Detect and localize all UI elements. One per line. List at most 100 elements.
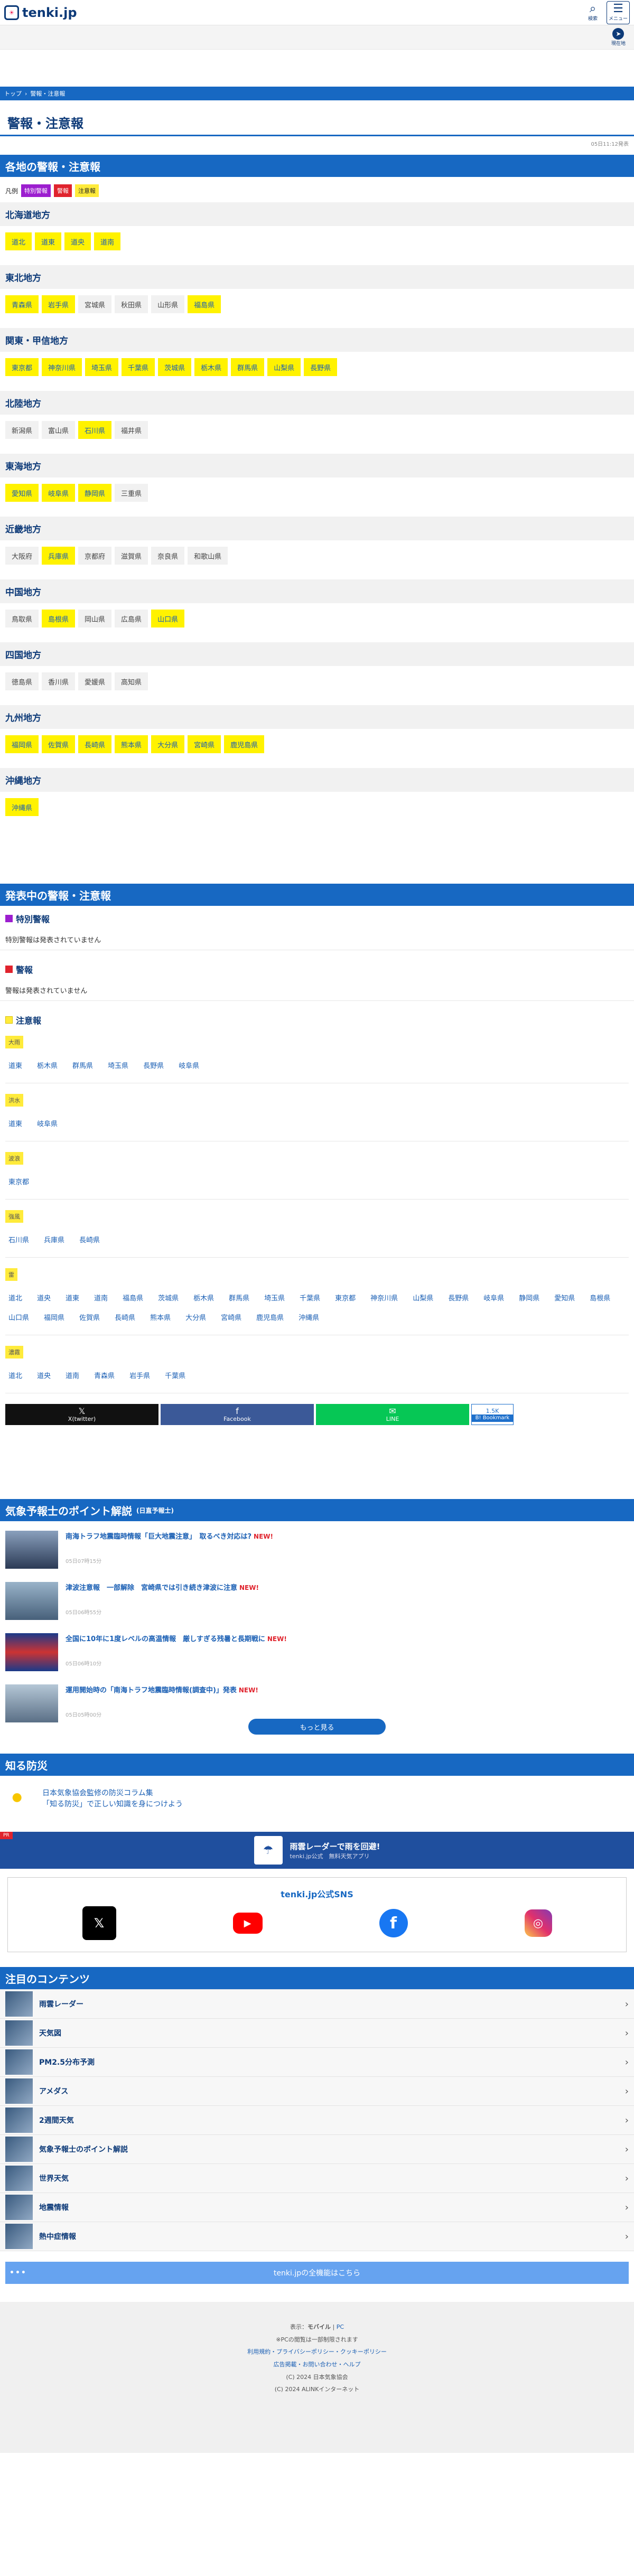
pref-link[interactable]: 長野県 [304, 358, 338, 376]
pref-link[interactable]: 道北 [5, 232, 32, 250]
advisory-area-link[interactable]: 熊本県 [150, 1312, 171, 1322]
advisory-area-link[interactable]: 長野県 [448, 1292, 469, 1303]
pref-link[interactable]: 福島県 [188, 295, 221, 313]
pref-link[interactable]: 香川県 [42, 672, 76, 690]
advisory-area-link[interactable]: 東京都 [8, 1176, 29, 1186]
advisory-area-link[interactable]: 東京都 [335, 1292, 356, 1303]
advisory-area-link[interactable]: 栃木県 [193, 1292, 214, 1303]
pref-link[interactable]: 埼玉県 [85, 358, 119, 376]
advisory-area-link[interactable]: 岩手県 [129, 1370, 150, 1380]
advisory-area-link[interactable]: 鹿児島県 [256, 1312, 284, 1322]
pref-link[interactable]: 山梨県 [267, 358, 301, 376]
search-button[interactable]: ⌕ 検索 [581, 1, 604, 24]
pref-link[interactable]: 道東 [35, 232, 62, 250]
youtube-icon[interactable]: ▶ [232, 1913, 263, 1934]
current-location-button[interactable]: ➤ 現在地 [611, 28, 626, 46]
help-links[interactable]: 広告掲載・お問い合わせ・ヘルプ [274, 2361, 361, 2368]
radar-app-banner[interactable]: PR ☂ 雨雲レーダーで雨を回避! tenki.jp公式 無料天気アプリ [0, 1832, 634, 1869]
advisory-area-link[interactable]: 福島県 [123, 1292, 143, 1303]
share-line-button[interactable]: ✉ LINE [316, 1404, 469, 1425]
advisory-area-link[interactable]: 道東 [8, 1118, 22, 1128]
pref-link[interactable]: 宮崎県 [188, 735, 221, 753]
pref-link[interactable]: 青森県 [5, 295, 39, 313]
advisory-area-link[interactable]: 宮崎県 [221, 1312, 241, 1322]
article-item[interactable]: 全国に10年に1度レベルの高温情報 厳しすぎる残暑と長期戦に NEW! 05日06時… [0, 1629, 634, 1680]
pref-link[interactable]: 長崎県 [78, 735, 112, 753]
pref-link[interactable]: 大阪府 [5, 547, 39, 565]
pref-link[interactable]: 茨城県 [158, 358, 192, 376]
advisory-area-link[interactable]: 千葉県 [165, 1370, 185, 1380]
pref-link[interactable]: 佐賀県 [42, 735, 76, 753]
featured-item[interactable]: 気象予報士のポイント解説 › [0, 2135, 634, 2164]
advisory-area-link[interactable]: 茨城県 [158, 1292, 179, 1303]
advisory-area-link[interactable]: 道南 [94, 1292, 108, 1303]
pref-link[interactable]: 石川県 [78, 421, 112, 439]
pref-link[interactable]: 新潟県 [5, 421, 39, 439]
pref-link[interactable]: 鹿児島県 [224, 735, 265, 753]
advisory-area-link[interactable]: 佐賀県 [79, 1312, 100, 1322]
pref-link[interactable]: 千葉県 [122, 358, 155, 376]
pref-link[interactable]: 群馬県 [231, 358, 265, 376]
pref-link[interactable]: 富山県 [42, 421, 76, 439]
advisory-area-link[interactable]: 岐阜県 [37, 1118, 58, 1128]
advisory-area-link[interactable]: 山口県 [8, 1312, 29, 1322]
pref-link[interactable]: 愛知県 [5, 484, 39, 502]
pref-link[interactable]: 奈良県 [151, 547, 185, 565]
advisory-area-link[interactable]: 埼玉県 [108, 1060, 128, 1070]
pref-link[interactable]: 鳥取県 [5, 610, 39, 627]
pref-link[interactable]: 滋賀県 [115, 547, 148, 565]
advisory-area-link[interactable]: 静岡県 [519, 1292, 539, 1303]
pref-link[interactable]: 沖縄県 [5, 798, 39, 816]
featured-item[interactable]: 2週間天気 › [0, 2106, 634, 2135]
pref-link[interactable]: 広島県 [115, 610, 148, 627]
more-button[interactable]: もっと見る [248, 1719, 386, 1735]
pref-link[interactable]: 神奈川県 [42, 358, 82, 376]
advisory-area-link[interactable]: 道東 [66, 1292, 79, 1303]
article-item[interactable]: 津波注意報 一部解除 宮崎県では引き続き津波に注意 NEW! 05日06時55分 [0, 1578, 634, 1629]
pref-link[interactable]: 大分県 [151, 735, 185, 753]
advisory-area-link[interactable]: 道央 [37, 1292, 51, 1303]
pref-link[interactable]: 和歌山県 [188, 547, 228, 565]
all-services-button[interactable]: ••• tenki.jpの全機能はこちら [5, 2262, 629, 2284]
featured-item[interactable]: 世界天気 › [0, 2164, 634, 2193]
pref-link[interactable]: 東京都 [5, 358, 39, 376]
pref-link[interactable]: 兵庫県 [42, 547, 76, 565]
advisory-area-link[interactable]: 群馬県 [72, 1060, 93, 1070]
advisory-area-link[interactable]: 大分県 [185, 1312, 206, 1322]
advisory-area-link[interactable]: 青森県 [94, 1370, 115, 1380]
pref-link[interactable]: 岡山県 [78, 610, 112, 627]
advisory-area-link[interactable]: 栃木県 [37, 1060, 58, 1070]
advisory-area-link[interactable]: 道央 [37, 1370, 51, 1380]
pref-link[interactable]: 岩手県 [42, 295, 76, 313]
pref-link[interactable]: 静岡県 [78, 484, 112, 502]
featured-item[interactable]: 天気図 › [0, 2019, 634, 2048]
pref-link[interactable]: 山形県 [151, 295, 185, 313]
advisory-area-link[interactable]: 長崎県 [79, 1234, 100, 1244]
pref-link[interactable]: 福岡県 [5, 735, 39, 753]
pref-link[interactable]: 三重県 [115, 484, 148, 502]
bousai-link[interactable]: 日本気象協会監修の防災コラム集 「知る防災」で正しい知識を身につけよう [0, 1776, 634, 1832]
facebook-sns-icon[interactable]: f [379, 1909, 408, 1937]
pref-link[interactable]: 京都府 [78, 547, 112, 565]
advisory-area-link[interactable]: 石川県 [8, 1234, 29, 1244]
policy-links[interactable]: 利用規約・プライバシーポリシー・クッキーポリシー [247, 2348, 387, 2355]
advisory-area-link[interactable]: 長野県 [143, 1060, 164, 1070]
featured-item[interactable]: アメダス › [0, 2077, 634, 2106]
advisory-area-link[interactable]: 長崎県 [115, 1312, 135, 1322]
featured-item[interactable]: 雨雲レーダー › [0, 1990, 634, 2019]
display-pc-link[interactable]: PC [337, 2324, 344, 2330]
share-facebook-button[interactable]: f Facebook [161, 1404, 314, 1425]
pref-link[interactable]: 徳島県 [5, 672, 39, 690]
x-sns-icon[interactable]: 𝕏 [82, 1906, 116, 1940]
pref-link[interactable]: 福井県 [115, 421, 148, 439]
pref-link[interactable]: 道南 [94, 232, 121, 250]
pref-link[interactable]: 岐阜県 [42, 484, 76, 502]
advisory-area-link[interactable]: 兵庫県 [44, 1234, 64, 1244]
menu-button[interactable]: ☰ メニュー [607, 1, 630, 24]
pref-link[interactable]: 山口県 [151, 610, 185, 627]
breadcrumb-home[interactable]: トップ [4, 89, 22, 98]
site-logo[interactable]: ☀ tenki.jp [4, 5, 77, 20]
advisory-area-link[interactable]: 岐阜県 [483, 1292, 504, 1303]
advisory-area-link[interactable]: 道南 [66, 1370, 79, 1380]
pref-link[interactable]: 宮城県 [78, 295, 112, 313]
